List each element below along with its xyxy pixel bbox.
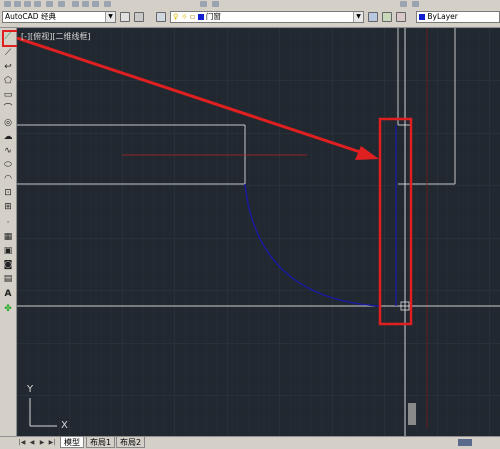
- layers-toolbar: AutoCAD 经典 ▼ ♀ ☼ ▫ 门窗 ▼ ByLayer: [0, 9, 500, 28]
- workspace-dropdown[interactable]: AutoCAD 经典 ▼: [2, 11, 116, 23]
- ucs-x-label: X: [61, 420, 68, 431]
- hatch-icon[interactable]: ▦: [3, 232, 13, 242]
- chevron-down-icon: ▼: [353, 12, 363, 22]
- dim-style-icon[interactable]: [412, 1, 419, 7]
- multiline-text-icon[interactable]: A: [3, 289, 13, 299]
- print-icon[interactable]: [34, 1, 41, 7]
- circle-icon[interactable]: ◎: [3, 118, 13, 128]
- make-current-layer-icon[interactable]: [368, 12, 378, 22]
- paste-icon[interactable]: [92, 1, 99, 7]
- ellipse-icon[interactable]: ⬭: [3, 160, 13, 170]
- construction-line-icon[interactable]: ⟋: [3, 48, 13, 58]
- sun-icon: ☼: [180, 12, 188, 21]
- layer-previous-icon[interactable]: [382, 12, 392, 22]
- workspace-settings-icon[interactable]: [120, 12, 130, 22]
- insert-block-icon[interactable]: ⊡: [3, 188, 13, 198]
- color-swatch: [419, 14, 425, 20]
- next-tab-icon[interactable]: ▶: [38, 439, 46, 447]
- match-properties-icon[interactable]: [104, 1, 111, 7]
- copy-icon[interactable]: [82, 1, 89, 7]
- make-block-icon[interactable]: ⊞: [3, 202, 13, 212]
- layout-tabs-bar: |◀ ◀ ▶ ▶| 模型 布局1 布局2: [0, 436, 500, 449]
- arc-icon[interactable]: ⌒: [3, 104, 13, 114]
- viewport-controls-label[interactable]: [-][俯视][二维线框]: [21, 31, 91, 42]
- new-icon[interactable]: [4, 1, 11, 7]
- save-icon[interactable]: [24, 1, 31, 7]
- draw-toolbar: ⟋ ⟋ ↩ ⬠ ▭ ⌒ ◎ ☁ ∿ ⬭ ◠ ⊡ ⊞ · ▦ ▣ ◙ ▤ A ✤: [0, 28, 17, 448]
- color-control-dropdown[interactable]: ByLayer: [416, 11, 500, 23]
- layer-color-swatch: [197, 14, 204, 20]
- spline-icon[interactable]: ∿: [3, 146, 13, 156]
- region-icon[interactable]: ◙: [3, 260, 13, 270]
- color-control-label: ByLayer: [427, 12, 458, 21]
- sheet-icon[interactable]: [458, 439, 472, 446]
- zoom-icon[interactable]: [212, 1, 219, 7]
- bulb-icon: ♀: [173, 12, 179, 21]
- prev-tab-icon[interactable]: ◀: [28, 439, 36, 447]
- drawing-svg: Y X: [17, 28, 500, 436]
- polygon-icon[interactable]: ⬠: [3, 76, 13, 86]
- add-selected-icon[interactable]: ✤: [3, 304, 13, 314]
- layer-dropdown[interactable]: ♀ ☼ ▫ 门窗 ▼: [170, 11, 364, 23]
- pan-icon[interactable]: [200, 1, 207, 7]
- layer-name: 门窗: [205, 12, 221, 21]
- table-icon[interactable]: ▤: [3, 274, 13, 284]
- cut-icon[interactable]: [72, 1, 79, 7]
- plot-preview-icon[interactable]: [46, 1, 53, 7]
- drawing-canvas[interactable]: Y X [-][俯视][二维线框]: [17, 28, 500, 436]
- ellipse-arc-icon[interactable]: ◠: [3, 174, 13, 184]
- gradient-icon[interactable]: ▣: [3, 246, 13, 256]
- publish-icon[interactable]: [58, 1, 65, 7]
- layer-properties-icon[interactable]: [156, 12, 166, 22]
- tab-model[interactable]: 模型: [60, 437, 84, 448]
- tab-layout2[interactable]: 布局2: [116, 437, 146, 448]
- first-tab-icon[interactable]: |◀: [18, 439, 26, 447]
- grid-major: [17, 28, 500, 436]
- ucs-y-label: Y: [26, 384, 34, 395]
- open-icon[interactable]: [14, 1, 21, 7]
- layer-state-icon[interactable]: [396, 12, 406, 22]
- revision-cloud-icon[interactable]: ☁: [3, 132, 13, 142]
- lock-icon: ▫: [190, 12, 196, 21]
- rectangle-icon[interactable]: ▭: [3, 90, 13, 100]
- style-icon[interactable]: [400, 1, 407, 7]
- workspace-toolbar-icon[interactable]: [134, 12, 144, 22]
- last-tab-icon[interactable]: ▶|: [48, 439, 56, 447]
- polyline-icon[interactable]: ↩: [3, 62, 13, 72]
- scroll-thumb[interactable]: [408, 403, 416, 425]
- tab-layout1[interactable]: 布局1: [86, 437, 116, 448]
- workspace-label: AutoCAD 经典: [5, 12, 56, 21]
- point-icon[interactable]: ·: [3, 218, 13, 228]
- chevron-down-icon: ▼: [105, 12, 115, 22]
